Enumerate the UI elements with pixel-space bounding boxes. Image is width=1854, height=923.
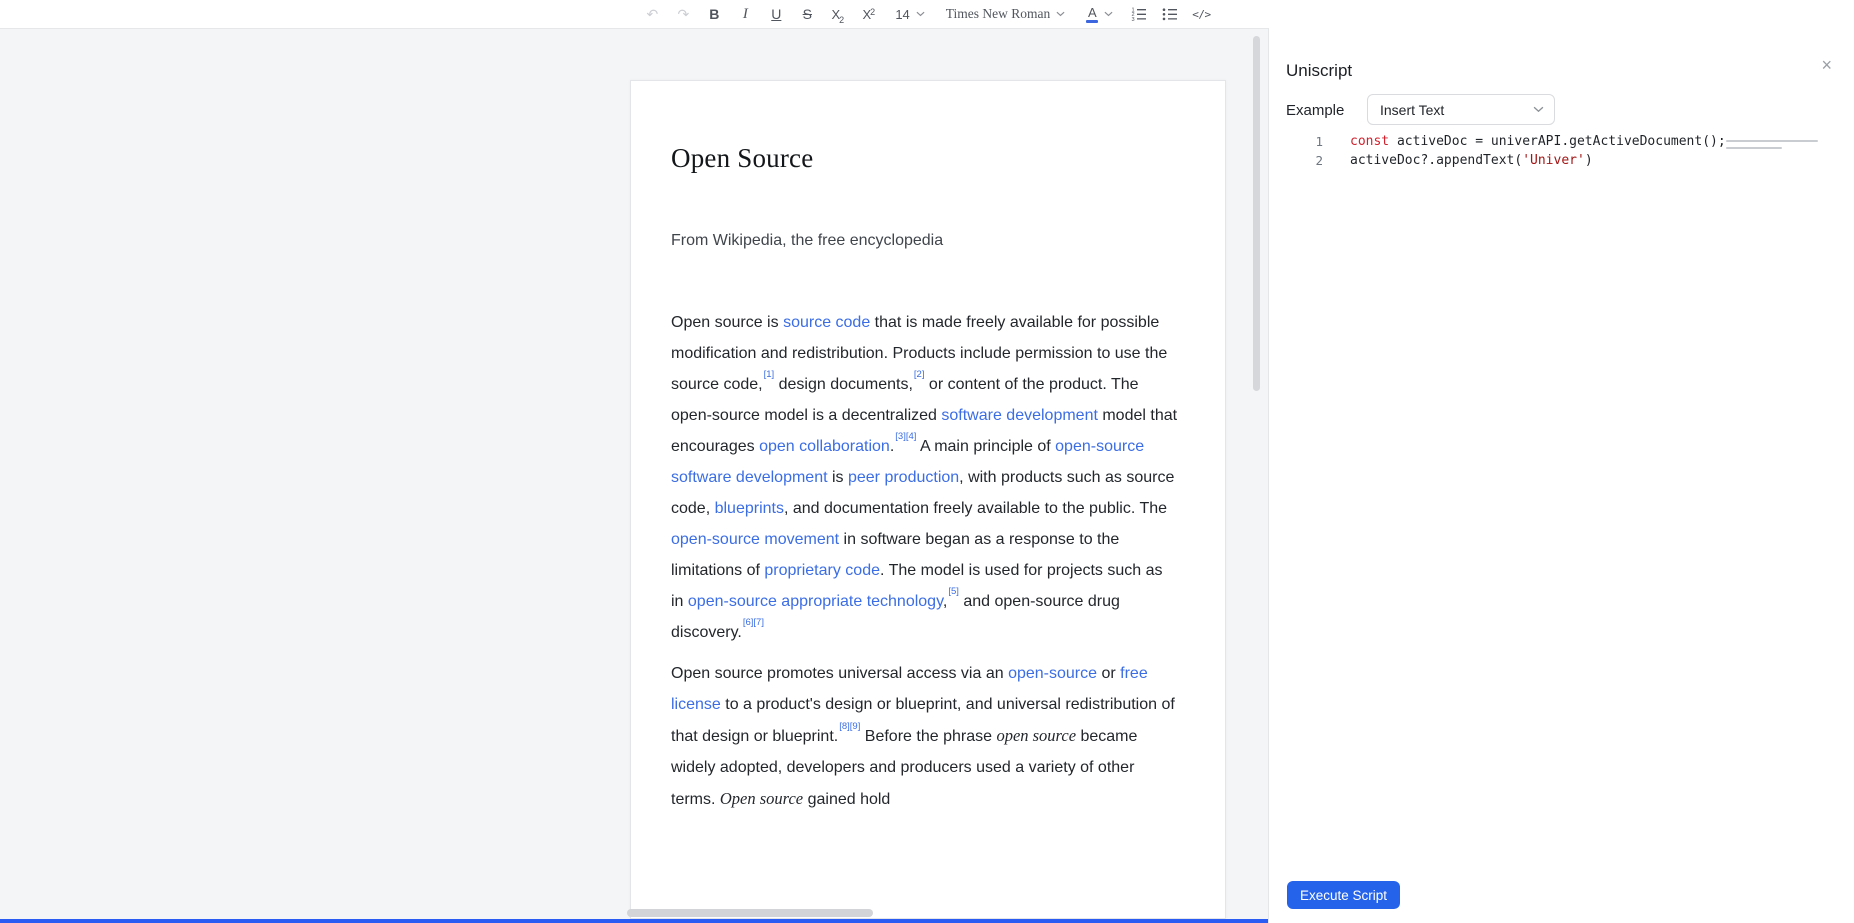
text-run: Before the phrase <box>860 728 996 745</box>
example-select-value: Insert Text <box>1380 102 1444 118</box>
citation[interactable]: [1] <box>764 369 775 380</box>
superscript-button[interactable]: X2 <box>857 2 881 26</box>
font-size-value: 14 <box>895 7 909 22</box>
code-text: activeDoc?.appendText('Univer') <box>1323 151 1593 170</box>
doc-link[interactable]: open-source movement <box>671 531 839 548</box>
vertical-scrollbar-thumb[interactable] <box>1253 36 1260 391</box>
citation[interactable]: [8][9] <box>839 721 860 732</box>
horizontal-scrollbar-thumb[interactable] <box>627 909 873 917</box>
strikethrough-icon: S <box>803 7 812 21</box>
bullet-list-button[interactable] <box>1158 2 1182 26</box>
subscript-icon: X2 <box>831 7 845 21</box>
document-body: Open source is source code that is made … <box>671 307 1179 815</box>
paragraph: Open source promotes universal access vi… <box>671 658 1179 815</box>
chevron-down-icon <box>1104 11 1113 17</box>
text-run: A main principle of <box>916 438 1055 455</box>
citation[interactable]: [6][7] <box>743 617 764 628</box>
font-color-button[interactable]: A <box>1079 2 1120 26</box>
document-subtitle: From Wikipedia, the free encyclopedia <box>671 231 1179 250</box>
svg-text:3: 3 <box>1132 17 1135 21</box>
italic-button[interactable]: I <box>733 2 757 26</box>
bold-icon: B <box>709 7 719 21</box>
bullet-list-icon <box>1162 7 1178 21</box>
close-icon[interactable]: × <box>1819 54 1834 76</box>
line-number: 1 <box>1269 132 1323 151</box>
paragraph: Open source is source code that is made … <box>671 307 1179 648</box>
underline-button[interactable]: U <box>764 2 788 26</box>
text-run: gained hold <box>803 791 890 808</box>
undo-button[interactable]: ↶ <box>640 2 664 26</box>
text-run: is <box>828 469 848 486</box>
doc-link[interactable]: open collaboration <box>759 438 890 455</box>
doc-link[interactable]: software development <box>941 407 1098 424</box>
doc-link[interactable]: source code <box>783 314 870 331</box>
text-run: or <box>1097 665 1120 682</box>
text-run: Open source promotes universal access vi… <box>671 665 1008 682</box>
redo-button[interactable]: ↷ <box>671 2 695 26</box>
subscript-button[interactable]: X2 <box>826 2 850 26</box>
italic-text: Open source <box>720 789 803 808</box>
italic-text: open source <box>996 726 1076 745</box>
document-title: Open Source <box>671 143 1179 174</box>
superscript-icon: X2 <box>862 7 876 21</box>
strikethrough-button[interactable]: S <box>795 2 819 26</box>
doc-link[interactable]: open-source appropriate technology <box>688 593 943 610</box>
document-canvas[interactable]: Open Source From Wikipedia, the free enc… <box>0 28 1268 923</box>
code-button[interactable]: </​> <box>1189 2 1213 26</box>
chevron-down-icon <box>1533 106 1544 113</box>
chevron-down-icon <box>916 11 925 17</box>
example-label: Example <box>1286 102 1344 119</box>
font-family-value: Times New Roman <box>946 6 1051 22</box>
example-select[interactable]: Insert Text <box>1367 94 1555 125</box>
text-run: , and documentation freely available to … <box>784 500 1167 517</box>
document-page[interactable]: Open Source From Wikipedia, the free enc… <box>630 80 1226 919</box>
text-run: Open source is <box>671 314 783 331</box>
code-text: const activeDoc = univerAPI.getActiveDoc… <box>1323 132 1726 151</box>
citation[interactable]: [2] <box>914 369 925 380</box>
execute-script-button[interactable]: Execute Script <box>1287 881 1400 909</box>
italic-icon: I <box>743 7 748 22</box>
bold-button[interactable]: B <box>702 2 726 26</box>
doc-link[interactable]: blueprints <box>715 500 784 517</box>
minimap <box>1726 140 1826 154</box>
font-family-select[interactable]: Times New Roman <box>939 2 1073 26</box>
chevron-down-icon <box>1056 11 1065 17</box>
font-color-icon: A <box>1086 6 1098 23</box>
text-run: . <box>890 438 894 455</box>
text-run: , <box>943 593 947 610</box>
underline-icon: U <box>771 7 781 21</box>
ordered-list-icon: 1 2 3 <box>1131 7 1147 21</box>
doc-link[interactable]: peer production <box>848 469 959 486</box>
font-size-select[interactable]: 14 <box>888 2 931 26</box>
citation[interactable]: [5] <box>948 586 959 597</box>
uniscript-panel: Uniscript × Example Insert Text 1const a… <box>1268 28 1854 923</box>
undo-icon: ↶ <box>646 7 658 21</box>
toolbar: ↶ ↷ B I U S X2 X2 14 Times New Roman <box>0 0 1854 28</box>
code-icon: </​> <box>1192 8 1210 21</box>
ordered-list-button[interactable]: 1 2 3 <box>1127 2 1151 26</box>
doc-link[interactable]: proprietary code <box>764 562 880 579</box>
panel-title: Uniscript <box>1286 61 1352 81</box>
redo-icon: ↷ <box>677 7 689 21</box>
doc-link[interactable]: open-source <box>1008 665 1097 682</box>
text-run: design documents, <box>774 376 913 393</box>
line-number: 2 <box>1269 151 1323 170</box>
bottom-accent-bar <box>0 919 1268 923</box>
citation[interactable]: [3][4] <box>895 431 916 442</box>
